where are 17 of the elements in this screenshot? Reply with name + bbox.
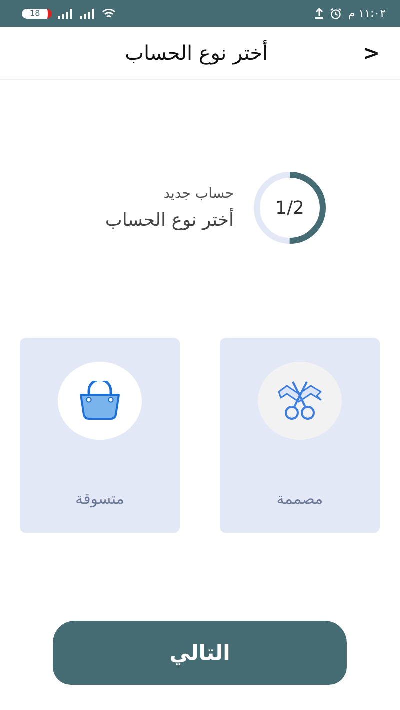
- clock-time: ١١:٠٢ م: [348, 7, 386, 20]
- step-subtitle: حساب جديد: [164, 186, 234, 202]
- upload-icon: [315, 8, 324, 19]
- handbag-icon: [79, 381, 121, 421]
- wifi-icon: [102, 8, 116, 19]
- account-type-card[interactable]: متسوقة: [20, 338, 180, 533]
- next-button[interactable]: التالي: [53, 621, 347, 685]
- page-title: أختر نوع الحساب: [124, 41, 270, 65]
- signal-icon: [58, 8, 74, 18]
- alarm-icon: [330, 8, 342, 20]
- account-type-card[interactable]: مصممة: [220, 338, 380, 533]
- signal-icon: [80, 8, 96, 18]
- step-counter: 1/2: [274, 196, 306, 220]
- scissors-icon: [277, 380, 323, 422]
- back-button[interactable]: >: [363, 41, 380, 65]
- battery-indicator: 18: [22, 8, 52, 18]
- step-title: أختر نوع الحساب: [105, 210, 234, 230]
